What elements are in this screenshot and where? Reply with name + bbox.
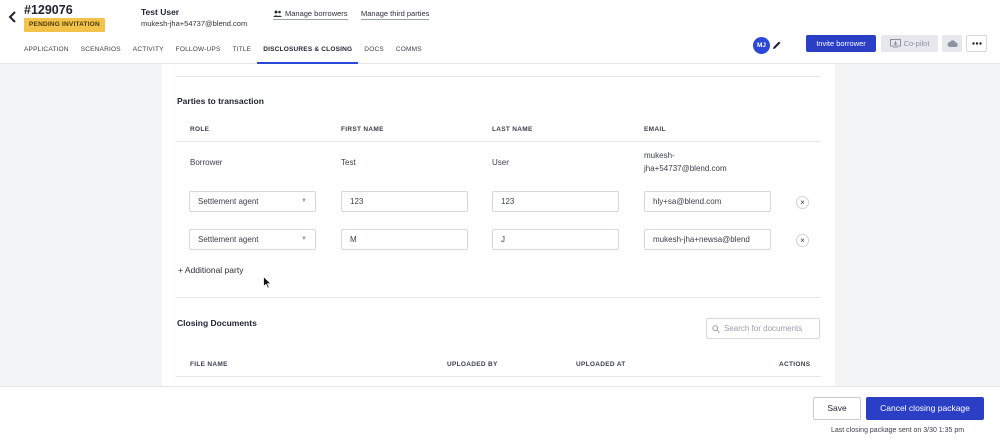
email-input[interactable]: hly+sa@blend.com [644, 191, 771, 212]
search-placeholder: Search for documents [724, 324, 803, 333]
parties-title: Parties to transaction [177, 96, 264, 106]
last-name-input[interactable]: J [492, 229, 619, 250]
manage-borrowers-link[interactable]: Manage borrowers [273, 9, 348, 20]
copilot-icon [889, 39, 901, 48]
borrower-email-line1: mukesh- [644, 151, 675, 160]
users-icon [273, 10, 282, 17]
col-uploaded-by: UPLOADED BY [447, 361, 498, 368]
borrower-last-name: User [492, 158, 509, 167]
tab-disclosures-closing[interactable]: DISCLOSURES & CLOSING [257, 46, 359, 64]
user-name: Test User [141, 7, 180, 17]
borrower-role: Borrower [190, 158, 223, 167]
chevron-left-icon[interactable] [6, 10, 20, 24]
save-button[interactable]: Save [813, 397, 861, 420]
divider [176, 141, 821, 142]
col-last-name: LAST NAME [492, 126, 533, 133]
role-select-value: Settlement agent [198, 235, 259, 244]
user-email: mukesh-jha+54737@blend.com [141, 19, 248, 28]
col-file-name: FILE NAME [190, 361, 228, 368]
last-name-input[interactable]: 123 [492, 191, 619, 212]
cloud-button[interactable] [942, 35, 962, 52]
tab-activity[interactable]: ACTIVITY [127, 46, 170, 64]
email-input[interactable]: mukesh-jha+newsa@blend [644, 229, 771, 250]
mouse-cursor-icon [263, 276, 272, 289]
tab-docs[interactable]: DOCS [358, 46, 390, 64]
first-name-input[interactable]: 123 [341, 191, 468, 212]
col-email: EMAIL [644, 126, 666, 133]
first-name-input[interactable]: M [341, 229, 468, 250]
avatar[interactable]: MJ [753, 37, 770, 54]
action-footer: Save Cancel closing package Last closing… [0, 386, 1000, 446]
manage-third-parties-link[interactable]: Manage third parties [361, 9, 430, 20]
more-button[interactable] [966, 35, 987, 52]
last-sent-status: Last closing package sent on 3/30 1:35 p… [831, 427, 965, 434]
tab-comms[interactable]: COMMS [390, 46, 428, 64]
col-uploaded-at: UPLOADED AT [576, 361, 626, 368]
status-badge: PENDING INVITATION [24, 18, 105, 32]
loan-id: #129076 [24, 3, 73, 17]
app-header: #129076 PENDING INVITATION Test User muk… [0, 0, 1000, 64]
manage-borrowers-label: Manage borrowers [285, 9, 348, 18]
close-icon[interactable]: × [796, 234, 809, 247]
search-icon [712, 324, 720, 333]
role-select[interactable]: Settlement agent ▼ [189, 229, 316, 250]
search-input[interactable]: Search for documents [706, 318, 820, 339]
closing-documents-title: Closing Documents [177, 318, 257, 328]
cancel-closing-package-button[interactable]: Cancel closing package [866, 397, 984, 420]
add-party-button[interactable]: + Additional party [178, 265, 243, 275]
pencil-icon[interactable] [772, 40, 782, 50]
col-role: ROLE [190, 126, 210, 133]
copilot-label: Co-pilot [903, 39, 930, 48]
divider [176, 76, 821, 77]
borrower-first-name: Test [341, 158, 356, 167]
tab-title[interactable]: TITLE [227, 46, 258, 64]
col-actions: ACTIONS [779, 361, 811, 368]
tab-follow-ups[interactable]: FOLLOW-UPS [170, 46, 227, 64]
divider [176, 376, 821, 377]
col-first-name: FIRST NAME [341, 126, 384, 133]
close-icon[interactable]: × [796, 196, 809, 209]
tab-application[interactable]: APPLICATION [24, 46, 75, 64]
borrower-email-line2: jha+54737@blend.com [644, 164, 727, 173]
tab-bar: APPLICATION SCENARIOS ACTIVITY FOLLOW-UP… [24, 46, 428, 64]
manage-third-parties-label: Manage third parties [361, 9, 430, 18]
divider [176, 297, 821, 298]
role-select[interactable]: Settlement agent ▼ [189, 191, 316, 212]
copilot-button[interactable]: Co-pilot [881, 35, 938, 52]
role-select-value: Settlement agent [198, 197, 259, 206]
tab-scenarios[interactable]: SCENARIOS [75, 46, 127, 64]
chevron-down-icon: ▼ [301, 236, 307, 242]
more-icon [971, 42, 982, 45]
invite-borrower-button[interactable]: Invite borrower [806, 35, 876, 52]
cloud-icon [947, 40, 958, 47]
closing-card: Parties to transaction ROLE FIRST NAME L… [162, 64, 835, 386]
chevron-down-icon: ▼ [301, 198, 307, 204]
